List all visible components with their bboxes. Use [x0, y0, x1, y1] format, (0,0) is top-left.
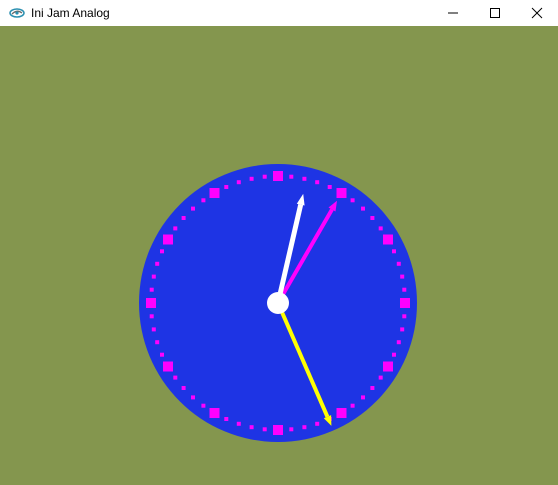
minute-marker: [302, 425, 307, 430]
clock-canvas-area: [0, 26, 558, 485]
window-title: Ini Jam Analog: [31, 6, 110, 20]
minute-marker: [155, 340, 160, 345]
minute-marker: [151, 327, 156, 332]
minute-marker: [262, 174, 267, 179]
hour-marker: [336, 188, 347, 198]
minute-marker: [392, 249, 396, 254]
minute-marker: [201, 198, 206, 203]
app-logo-icon: [9, 5, 25, 21]
minute-marker: [191, 395, 195, 400]
close-icon: [531, 7, 543, 19]
minute-marker: [396, 340, 401, 345]
minute-marker: [160, 249, 164, 254]
minute-marker: [361, 206, 365, 211]
hour-marker: [146, 298, 156, 308]
minute-marker: [151, 274, 156, 279]
minute-marker: [289, 174, 294, 179]
hour-marker: [383, 361, 393, 372]
minute-marker: [370, 386, 375, 390]
minute-marker: [402, 287, 407, 292]
app-window: Ini Jam Analog: [0, 0, 558, 485]
minute-marker: [191, 206, 195, 211]
hour-marker: [163, 361, 173, 372]
hour-marker: [336, 408, 347, 418]
hour-marker: [209, 188, 220, 198]
minute-marker: [224, 185, 229, 189]
minute-marker: [400, 274, 405, 279]
hour-marker: [400, 298, 410, 308]
hour-marker: [209, 408, 220, 418]
minute-marker: [236, 180, 241, 185]
minute-marker: [160, 352, 164, 357]
minute-marker: [400, 327, 405, 332]
minute-marker: [315, 421, 320, 426]
minute-marker: [302, 176, 307, 181]
close-button[interactable]: [516, 0, 558, 26]
minute-marker: [181, 216, 186, 220]
minute-marker: [262, 427, 267, 432]
minimize-icon: [448, 12, 458, 14]
minute-marker: [249, 425, 254, 430]
minute-marker: [327, 185, 332, 189]
minute-marker: [149, 287, 154, 292]
title-bar[interactable]: Ini Jam Analog: [0, 0, 558, 26]
minute-marker: [289, 427, 294, 432]
hour-marker: [273, 425, 283, 435]
minute-marker: [249, 176, 254, 181]
minute-marker: [378, 375, 383, 380]
minute-marker: [396, 261, 401, 266]
minute-marker: [173, 226, 178, 231]
minute-marker: [392, 352, 396, 357]
minute-marker: [350, 198, 355, 203]
maximize-icon: [490, 8, 500, 18]
minute-marker: [181, 386, 186, 390]
minute-marker: [155, 261, 160, 266]
minute-marker: [201, 403, 206, 408]
minute-marker: [173, 375, 178, 380]
minute-marker: [236, 421, 241, 426]
minute-marker: [224, 417, 229, 421]
minute-marker: [402, 314, 407, 319]
window-controls: [432, 0, 558, 26]
minute-marker: [315, 180, 320, 185]
minimize-button[interactable]: [432, 0, 474, 26]
maximize-button[interactable]: [474, 0, 516, 26]
hour-marker: [163, 234, 173, 245]
minute-marker: [350, 403, 355, 408]
minute-marker: [149, 314, 154, 319]
minute-marker: [361, 395, 365, 400]
clock-center-hub: [267, 292, 289, 314]
hour-marker: [383, 234, 393, 245]
analog-clock: [0, 26, 558, 485]
minute-marker: [378, 226, 383, 231]
minute-marker: [370, 216, 375, 220]
hour-marker: [273, 171, 283, 181]
